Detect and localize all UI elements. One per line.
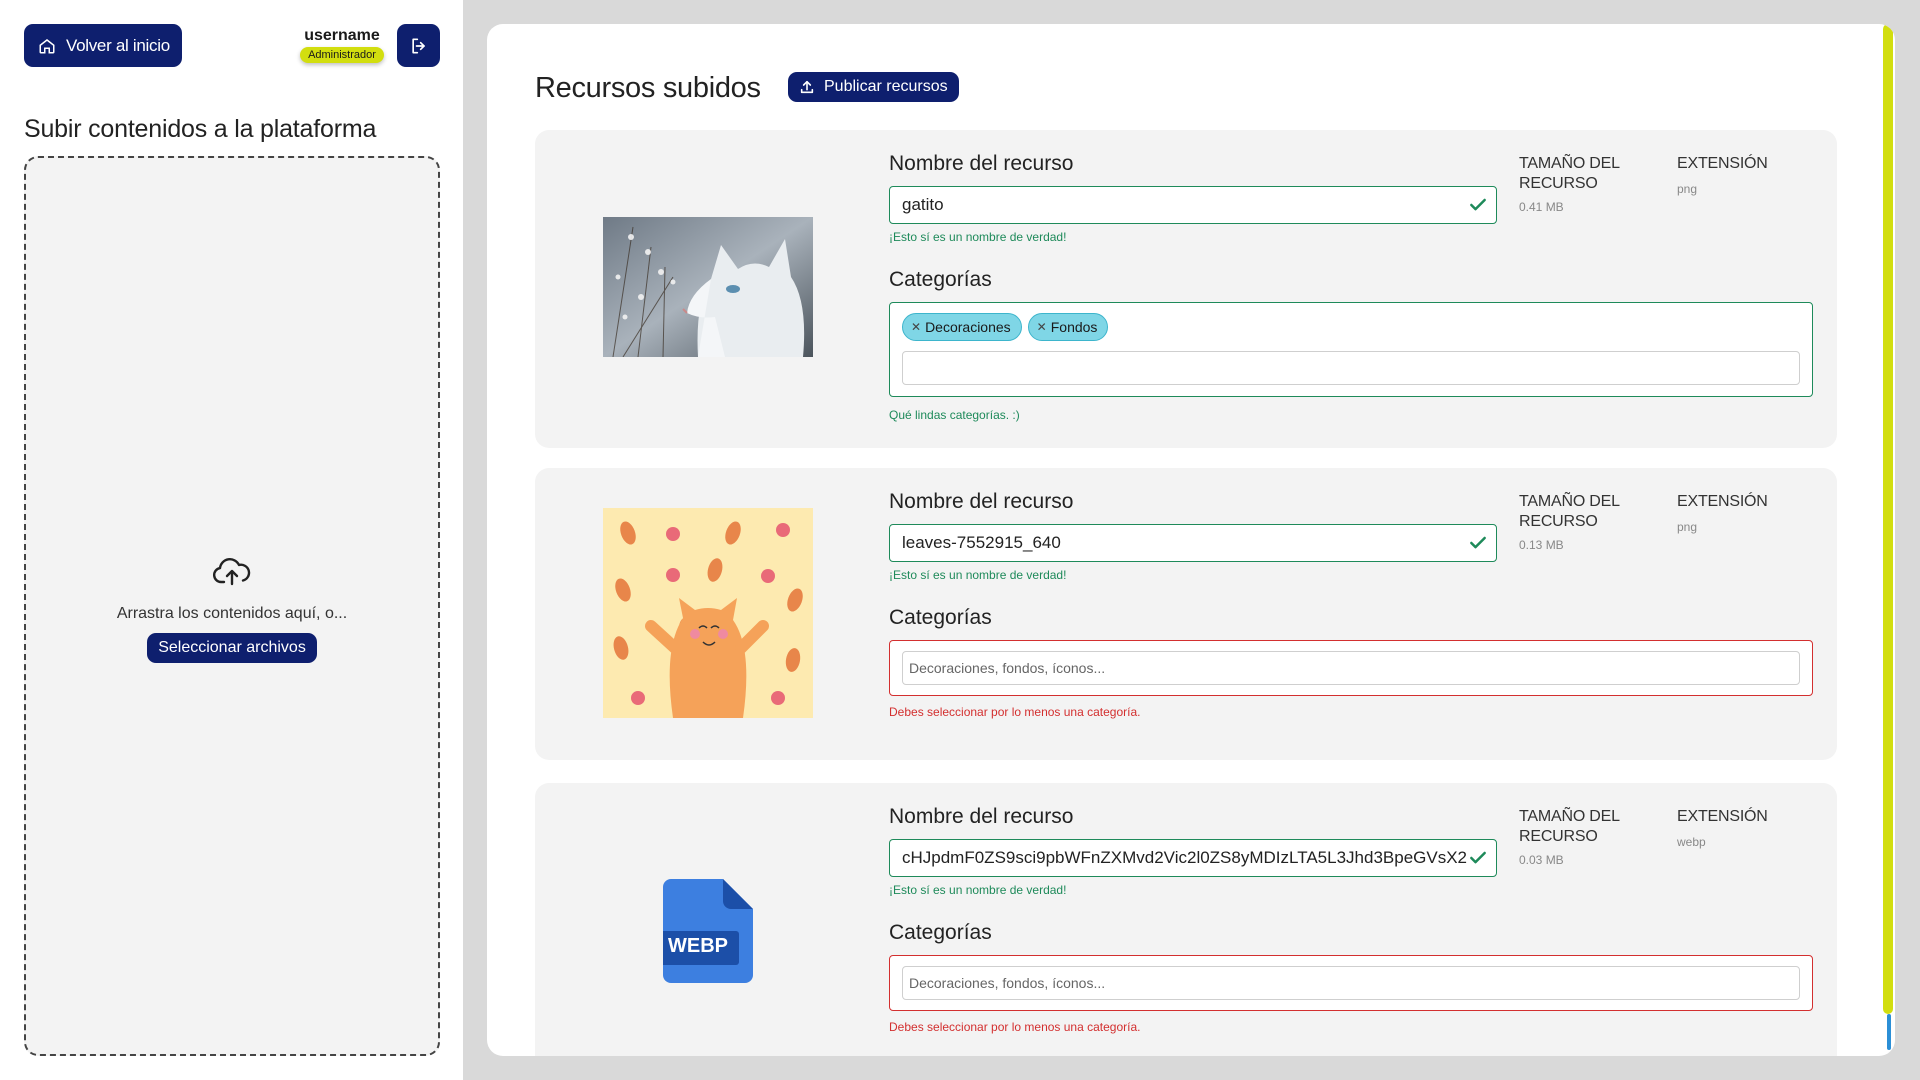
page-title: Recursos subidos — [535, 72, 761, 104]
categories-label: Categorías — [889, 606, 992, 629]
category-chip[interactable]: ✕ Fondos — [1027, 313, 1109, 341]
logout-button[interactable] — [397, 24, 440, 67]
user-info: username Administrador — [296, 27, 388, 63]
name-input[interactable]: leaves-7552915_640 — [889, 524, 1497, 562]
name-input[interactable]: cHJpdmF0ZS9sci9pbWFnZXMvd2Vic2l0ZS8yMDIz… — [889, 839, 1497, 877]
resource-thumbnail — [603, 217, 813, 357]
categories-field[interactable]: Decoraciones, fondos, íconos... — [889, 955, 1813, 1011]
upload-title: Subir contenidos a la plataforma — [24, 115, 377, 143]
chip-label: Decoraciones — [925, 319, 1011, 335]
file-webp-icon: WEBP — [657, 879, 753, 983]
categories-field[interactable]: ✕ Decoraciones ✕ Fondos — [889, 302, 1813, 397]
upload-icon — [800, 80, 814, 94]
role-badge: Administrador — [300, 47, 384, 63]
resource-card: WEBP Nombre del recurso cHJpdmF0ZS9sci9p… — [535, 783, 1837, 1056]
name-label: Nombre del recurso — [889, 152, 1074, 175]
categories-error: Debes seleccionar por lo menos una categ… — [889, 1020, 1141, 1034]
publish-button-label: Publicar recursos — [824, 78, 948, 95]
size-value: 0.41 MB — [1519, 200, 1564, 214]
publish-button[interactable]: Publicar recursos — [788, 72, 959, 102]
extension-value: png — [1677, 182, 1698, 196]
categories-label: Categorías — [889, 921, 992, 944]
size-value: 0.03 MB — [1519, 853, 1564, 867]
close-icon[interactable]: ✕ — [911, 320, 921, 334]
check-icon — [1468, 848, 1488, 868]
check-icon — [1470, 536, 1486, 549]
name-label: Nombre del recurso — [889, 490, 1074, 513]
name-input-value: cHJpdmF0ZS9sci9pbWFnZXMvd2Vic2l0ZS8yMDIz… — [902, 848, 1468, 867]
scrollbar-thumb[interactable] — [1883, 24, 1893, 1014]
home-button[interactable]: Volver al inicio — [24, 24, 182, 67]
username: username — [304, 27, 380, 44]
dropzone-text: Arrastra los contenidos aquí, o... — [116, 605, 348, 622]
home-icon — [39, 38, 55, 53]
name-label: Nombre del recurso — [889, 805, 1074, 828]
categories-help: Qué lindas categorías. :) — [889, 408, 1020, 422]
name-input-value: leaves-7552915_640 — [902, 533, 1061, 552]
categories-field[interactable]: Decoraciones, fondos, íconos... — [889, 640, 1813, 696]
resource-thumbnail — [603, 508, 813, 718]
resource-card: Nombre del recurso gatito ¡Esto sí es un… — [535, 130, 1837, 448]
extension-label: EXTENSIÓN — [1677, 155, 1768, 172]
check-icon — [1470, 198, 1486, 211]
categories-label: Categorías — [889, 268, 992, 291]
categories-input[interactable]: Decoraciones, fondos, íconos... — [902, 966, 1800, 1000]
name-help: ¡Esto sí es un nombre de verdad! — [889, 883, 1067, 897]
scrollbar-edge — [1887, 1014, 1891, 1050]
home-button-label: Volver al inicio — [66, 35, 170, 55]
file-type-label: WEBP — [668, 935, 728, 957]
categories-error: Debes seleccionar por lo menos una categ… — [889, 705, 1141, 719]
name-input-value: gatito — [902, 195, 944, 214]
chip-label: Fondos — [1050, 319, 1098, 335]
name-input[interactable]: gatito — [889, 186, 1497, 224]
cloud-upload-icon — [26, 556, 438, 593]
select-files-button[interactable]: Seleccionar archivos — [147, 633, 317, 663]
size-label: TAMAÑO DEL RECURSO — [1519, 493, 1620, 530]
resource-card: Nombre del recurso leaves-7552915_640 ¡E… — [535, 468, 1837, 760]
size-value: 0.13 MB — [1519, 538, 1564, 552]
dropzone[interactable]: Arrastra los contenidos aquí, o... Selec… — [24, 156, 440, 1056]
main-panel: Recursos subidos Publicar recursos Nombr… — [487, 24, 1895, 1056]
close-icon[interactable]: ✕ — [1037, 320, 1047, 334]
categories-input[interactable] — [902, 351, 1800, 385]
logout-icon — [411, 38, 425, 54]
categories-input[interactable]: Decoraciones, fondos, íconos... — [902, 651, 1800, 685]
category-chip[interactable]: ✕ Decoraciones — [902, 313, 1022, 341]
extension-value: png — [1677, 520, 1698, 534]
sidebar: Volver al inicio username Administrador … — [0, 0, 463, 1080]
extension-label: EXTENSIÓN — [1677, 493, 1768, 510]
extension-value: webp — [1677, 835, 1706, 849]
name-help: ¡Esto sí es un nombre de verdad! — [889, 568, 1067, 582]
size-label: TAMAÑO DEL RECURSO — [1519, 808, 1620, 845]
size-label: TAMAÑO DEL RECURSO — [1519, 155, 1620, 192]
name-help: ¡Esto sí es un nombre de verdad! — [889, 230, 1067, 244]
extension-label: EXTENSIÓN — [1677, 808, 1768, 825]
